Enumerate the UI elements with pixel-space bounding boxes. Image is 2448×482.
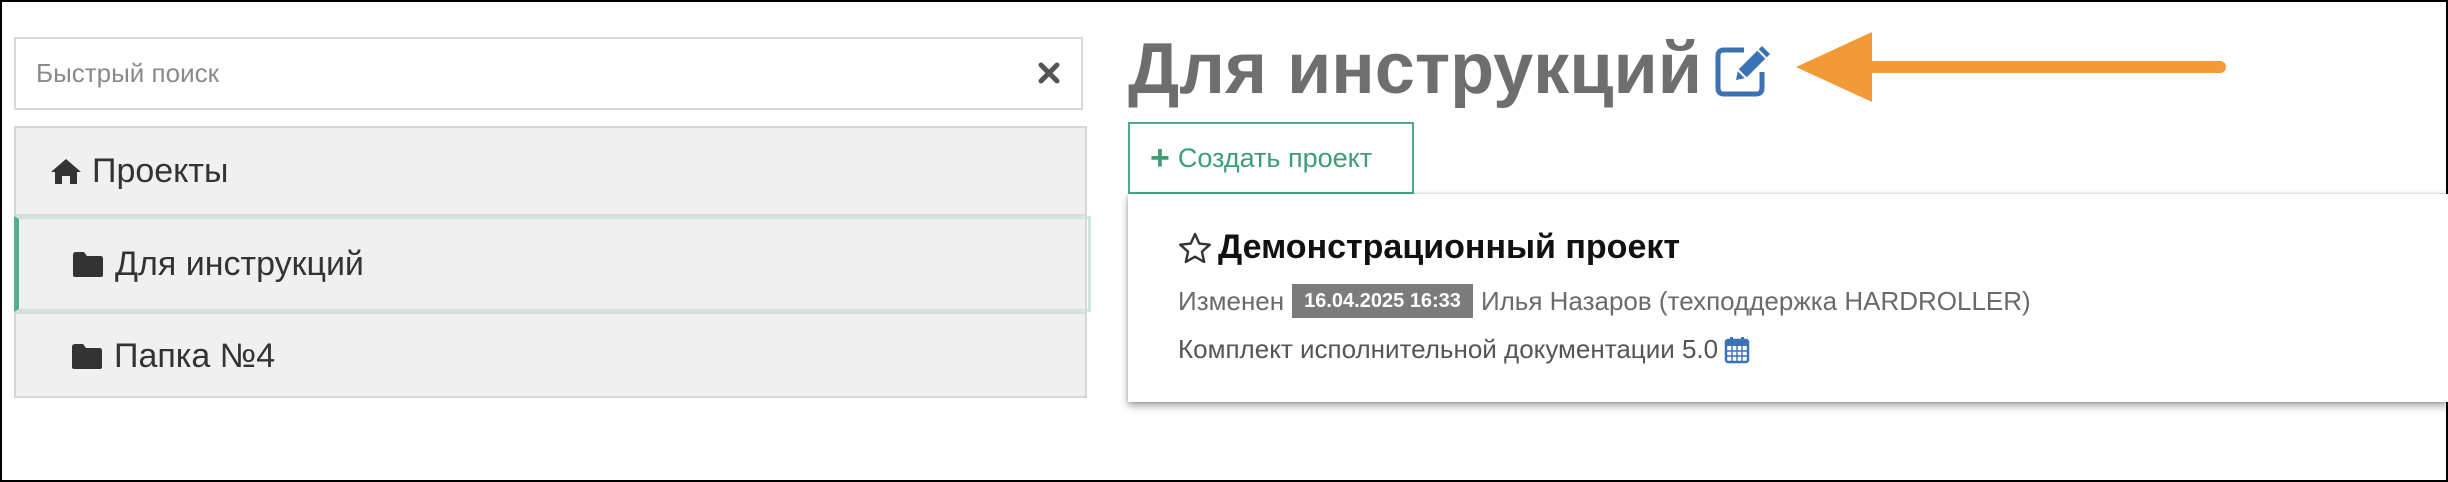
calendar-icon[interactable]: [1724, 336, 1750, 364]
project-meta: Изменен 16.04.2025 16:33 Илья Назаров (т…: [1178, 284, 2031, 318]
project-card[interactable]: Демонстрационный проект Изменен 16.04.20…: [1128, 194, 2448, 402]
quick-search: [14, 37, 1083, 110]
project-description: Комплект исполнительной документации 5.0: [1178, 334, 1719, 364]
tree-item-label: Для инструкций: [115, 244, 364, 283]
tree-item-instructions[interactable]: Для инструкций: [14, 216, 1091, 312]
project-title[interactable]: Демонстрационный проект: [1218, 228, 1680, 267]
project-tree: Проекты Для инструкций Папка №4: [14, 126, 1091, 398]
tree-item-label: Папка №4: [114, 336, 276, 375]
folder-icon: [72, 344, 102, 369]
modified-date-badge: 16.04.2025 16:33: [1292, 284, 1473, 318]
page-title: Для инструкций: [1128, 29, 1702, 109]
pencil-square-icon[interactable]: [1714, 42, 1774, 98]
create-project-button[interactable]: + Создать проект: [1128, 122, 1414, 194]
modified-by: Илья Назаров (техподдержка HARDROLLER): [1480, 285, 2031, 316]
plus-icon: +: [1150, 139, 1170, 177]
times-icon[interactable]: [1035, 59, 1063, 87]
tree-item-label: Проекты: [92, 151, 229, 190]
search-input[interactable]: [36, 39, 1016, 108]
star-outline-icon[interactable]: [1178, 232, 1212, 264]
folder-icon: [73, 252, 103, 277]
create-project-label: Создать проект: [1177, 142, 1373, 173]
tree-item-projects[interactable]: Проекты: [16, 128, 1085, 216]
project-title-row: Демонстрационный проект: [1178, 228, 1680, 267]
home-icon: [51, 159, 81, 184]
project-description-row: Комплект исполнительной документации 5.0: [1178, 334, 1750, 365]
modified-label: Изменен: [1178, 285, 1285, 316]
arrow-annotation: [1796, 32, 2226, 102]
tree-item-folder-4[interactable]: Папка №4: [16, 312, 1085, 398]
